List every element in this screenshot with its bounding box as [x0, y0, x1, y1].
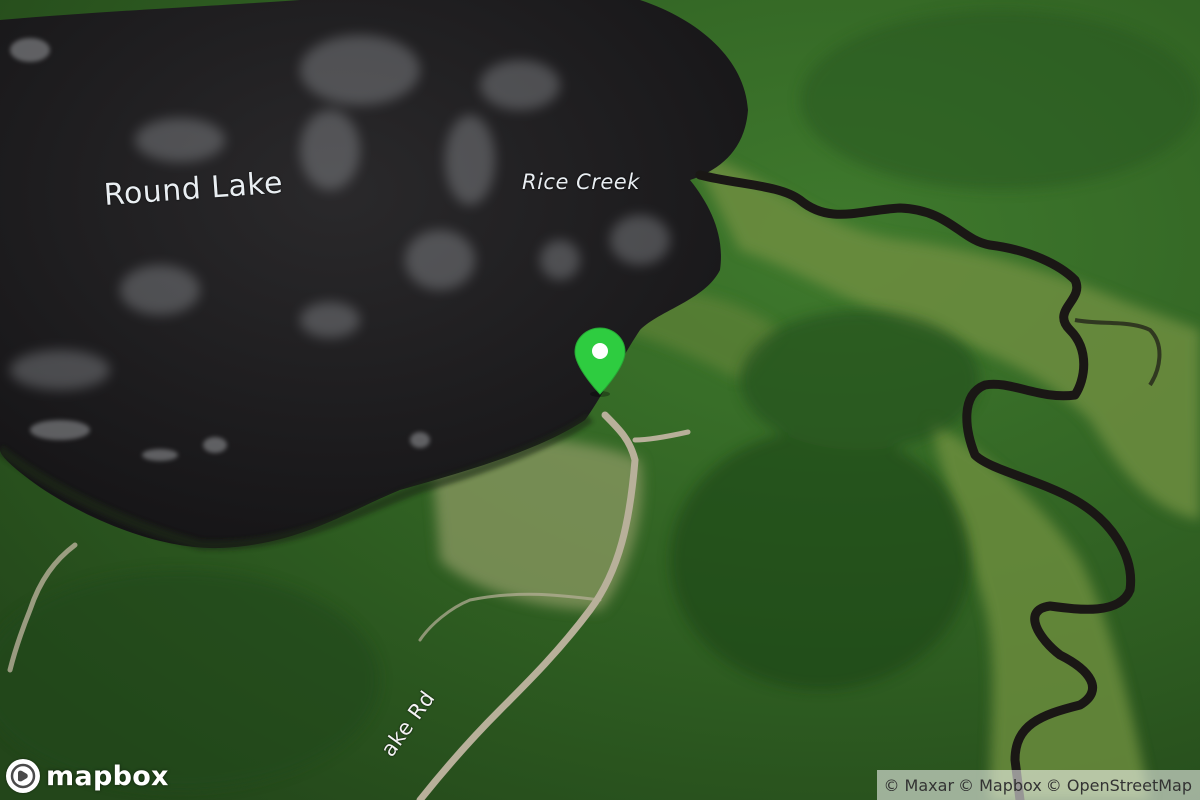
- satellite-map[interactable]: Round Lake Rice Creek ake Rd mapbox © Ma…: [0, 0, 1200, 800]
- map-pin-icon[interactable]: [573, 326, 627, 398]
- map-attribution: © Maxar © Mapbox © OpenStreetMap: [877, 770, 1200, 800]
- map-imagery: [0, 0, 1200, 800]
- mapbox-logo-icon: [6, 759, 40, 793]
- mapbox-logo[interactable]: mapbox: [6, 756, 169, 796]
- attribution-osm[interactable]: © OpenStreetMap: [1046, 776, 1192, 795]
- creek-label: Rice Creek: [522, 170, 640, 194]
- attribution-mapbox[interactable]: © Mapbox: [958, 776, 1042, 795]
- mapbox-logo-text: mapbox: [46, 760, 169, 792]
- attribution-maxar[interactable]: © Maxar: [883, 776, 954, 795]
